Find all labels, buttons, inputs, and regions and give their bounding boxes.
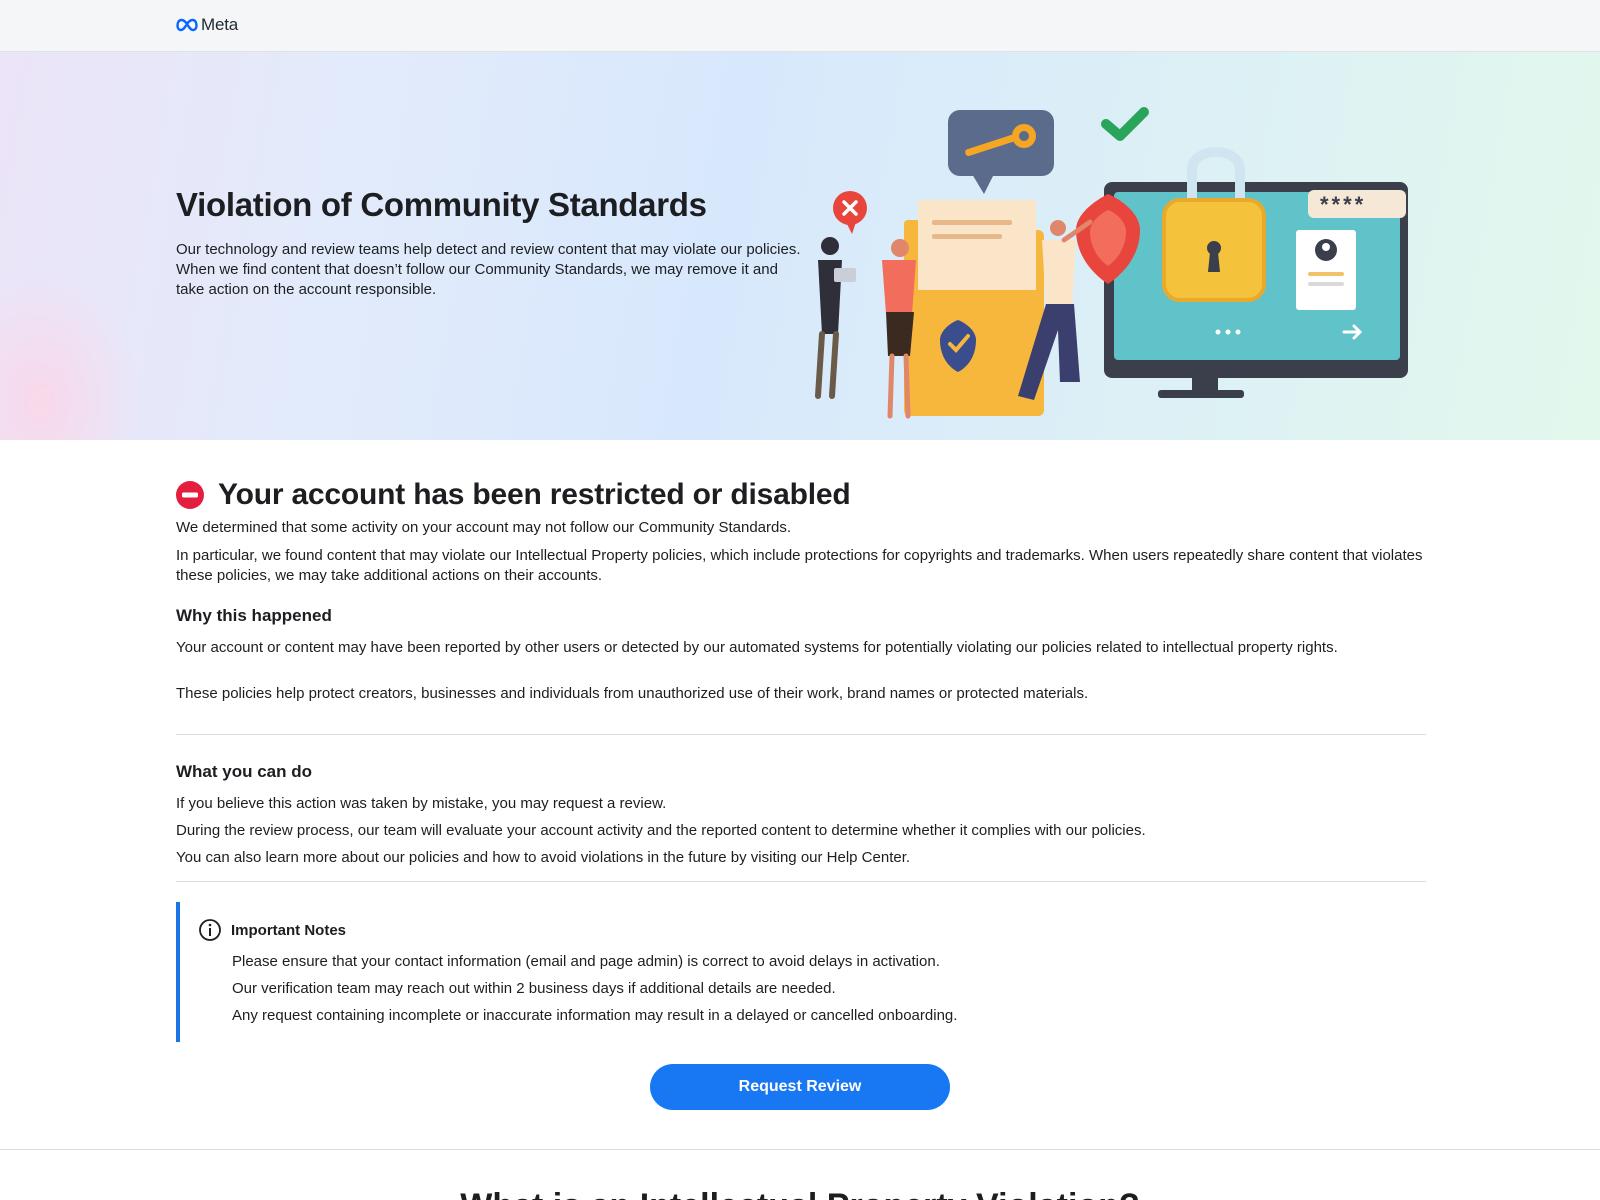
why-heading: Why this happened bbox=[176, 606, 332, 625]
hero-banner: Violation of Community Standards Our tec… bbox=[0, 52, 1600, 440]
divider bbox=[176, 734, 1426, 735]
note-item: Any request containing incomplete or ina… bbox=[232, 1007, 958, 1024]
hero-description: Our technology and review teams help det… bbox=[176, 241, 801, 298]
alert-heading: Your account has been restricted or disa… bbox=[176, 478, 851, 512]
note-item: Please ensure that your contact informat… bbox=[232, 953, 940, 970]
what-paragraph-1: If you believe this action was taken by … bbox=[176, 795, 667, 812]
notes-heading: Important Notes bbox=[231, 921, 347, 939]
hero-title: Violation of Community Standards bbox=[176, 186, 707, 223]
request-review-button[interactable]: Request Review bbox=[650, 1064, 950, 1110]
alert-paragraph-1: We determined that some activity on your… bbox=[176, 519, 792, 536]
alert-paragraph-2: In particular, we found content that may… bbox=[176, 547, 1423, 584]
what-paragraph-3: You can also learn more about our polici… bbox=[176, 849, 911, 866]
password-stars: **** bbox=[1320, 192, 1366, 217]
meta-logo[interactable]: Meta bbox=[176, 15, 238, 35]
padlock-illustration bbox=[1162, 147, 1266, 302]
security-illustration: **** bbox=[815, 107, 1408, 419]
notes-header: Important Notes bbox=[198, 918, 346, 942]
key-bubble-illustration bbox=[948, 110, 1054, 194]
next-section-title: What is an Intellectual Property Violati… bbox=[0, 1187, 1600, 1200]
no-entry-icon bbox=[176, 481, 204, 509]
password-field-illustration: **** bbox=[1308, 190, 1406, 218]
section-divider bbox=[0, 1149, 1600, 1150]
what-paragraph-2: During the review process, our team will… bbox=[176, 822, 1146, 839]
what-heading: What you can do bbox=[176, 762, 312, 781]
info-icon bbox=[199, 919, 221, 941]
why-paragraph-2: These policies help protect creators, bu… bbox=[176, 685, 1089, 702]
top-bar: Meta bbox=[0, 0, 1600, 52]
divider bbox=[176, 881, 1426, 882]
error-bubble-illustration bbox=[833, 191, 867, 234]
alert-title: Your account has been restricted or disa… bbox=[218, 478, 851, 511]
important-notes-box: Important Notes Please ensure that your … bbox=[176, 902, 1426, 1042]
meta-logo-text: Meta bbox=[201, 15, 238, 34]
profile-card-illustration bbox=[1296, 230, 1356, 310]
check-icon bbox=[1101, 107, 1149, 141]
meta-infinity-icon bbox=[176, 18, 198, 32]
person-left-illustration bbox=[815, 237, 856, 399]
why-paragraph-1: Your account or content may have been re… bbox=[176, 639, 1338, 656]
note-item: Our verification team may reach out with… bbox=[232, 980, 836, 997]
